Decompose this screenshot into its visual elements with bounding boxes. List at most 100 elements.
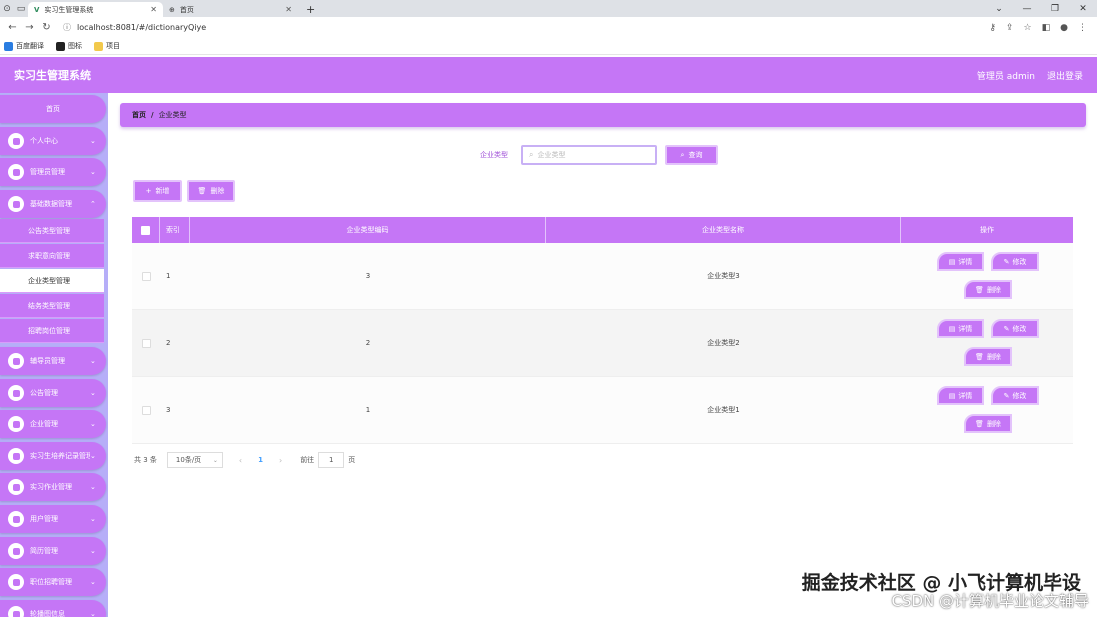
sidebar-item-notice[interactable]: 公告管理 ⌄ (0, 379, 106, 407)
sidebar-item-training-record[interactable]: 实习生培养记录管理 ⌄ (0, 442, 106, 470)
select-all-checkbox[interactable] (141, 225, 150, 235)
sidebar-item-basedata[interactable]: 基础数据管理 ⌃ (0, 190, 106, 218)
cell-name: 企业类型1 (707, 406, 740, 414)
current-user: 管理员 admin (976, 71, 1035, 82)
cell-index: 3 (166, 406, 171, 414)
page-number-current[interactable]: 1 (258, 456, 263, 464)
forward-icon[interactable]: → (21, 22, 38, 33)
cell-code: 2 (365, 339, 371, 347)
bookmark-icons[interactable]: 图标 (56, 41, 82, 51)
vue-logo-icon: V (34, 5, 40, 14)
breadcrumb-current: 企业类型 (158, 111, 187, 119)
cell-ops: ▤ 详情 ✎ 修改 🗑 删除 (901, 243, 1073, 309)
tab-close-icon[interactable]: ✕ (150, 5, 157, 14)
delete-button[interactable]: 🗑 删除 (964, 280, 1012, 299)
bookmark-project[interactable]: 项目 (94, 41, 120, 51)
briefcase-icon (8, 574, 24, 590)
star-icon[interactable]: ☆ (1024, 23, 1032, 33)
submenu-service-type[interactable]: 结务类型管理 (0, 294, 104, 318)
tab-search-icon[interactable]: ⊙ (0, 0, 14, 17)
search-label: 企业类型 (480, 151, 508, 159)
trash-icon: 🗑 (975, 285, 984, 294)
add-button[interactable]: + 新增 (133, 180, 182, 202)
search-button[interactable]: ⌕ 查询 (665, 145, 718, 165)
sidebar-item-carousel[interactable]: 轮播图信息 ⌄ (0, 600, 106, 617)
browser-tabbar: ⊙ ▭ V 实习生管理系统 ✕ ⊕ 首页 ✕ + ⌄ — ❐ ✕ (0, 0, 1097, 17)
row-checkbox[interactable] (141, 405, 151, 415)
chevron-down-icon: ⌄ (90, 420, 96, 428)
next-page-button[interactable]: › (279, 456, 282, 465)
menu-dots-icon[interactable]: ⋮ (1078, 23, 1087, 33)
chevron-down-icon: ⌄ (212, 456, 218, 464)
share-icon[interactable]: ⇪ (1006, 23, 1014, 33)
sidebar-item-users[interactable]: 用户管理 ⌄ (0, 505, 106, 533)
submenu-notice-type[interactable]: 公告类型管理 (0, 219, 104, 243)
pencil-icon: ✎ (1003, 324, 1010, 333)
chevron-down-icon: ⌄ (90, 137, 96, 145)
sidebar-item-company[interactable]: 企业管理 ⌄ (0, 410, 106, 438)
row-checkbox[interactable] (141, 271, 151, 281)
goto-page-input[interactable]: 1 (318, 452, 345, 468)
reload-icon[interactable]: ↻ (38, 22, 55, 33)
back-icon[interactable]: ← (4, 22, 21, 33)
submenu-recruit-post[interactable]: 招聘岗位管理 (0, 319, 104, 343)
sidebar-item-personal[interactable]: 个人中心 ⌄ (0, 127, 106, 155)
delete-button[interactable]: 🗑 删除 (964, 347, 1012, 366)
tab-group-icon[interactable]: ▭ (14, 0, 28, 17)
batch-delete-button[interactable]: 🗑 删除 (187, 180, 235, 202)
browser-tab-home[interactable]: ⊕ 首页 ✕ (163, 2, 298, 17)
detail-button[interactable]: ▤ 详情 (937, 319, 984, 338)
logout-link[interactable]: 退出登录 (1047, 69, 1083, 82)
key-icon[interactable]: ⚷ (989, 23, 996, 33)
close-window-icon[interactable]: ✕ (1069, 4, 1097, 14)
submenu-company-type[interactable]: 企业类型管理 (0, 269, 104, 293)
sidebar-item-counselor[interactable]: 辅导员管理 ⌄ (0, 347, 106, 375)
bookmark-baidu-translate[interactable]: 百度翻译 (4, 41, 44, 51)
new-tab-button[interactable]: + (298, 2, 323, 17)
cell-code: 1 (365, 406, 371, 414)
user-icon (8, 133, 24, 149)
profile-icon[interactable]: ● (1060, 23, 1068, 33)
sidebar-item-homework[interactable]: 实习作业管理 ⌄ (0, 473, 106, 501)
row-checkbox[interactable] (141, 338, 151, 348)
user-icon (8, 543, 24, 559)
info-icon[interactable]: ⓘ (63, 22, 71, 33)
restore-icon[interactable]: ❐ (1041, 4, 1069, 14)
delete-button[interactable]: 🗑 删除 (964, 414, 1012, 433)
prev-page-button[interactable]: ‹ (239, 456, 242, 465)
search-input[interactable] (537, 151, 638, 159)
sidebar-item-recruitment[interactable]: 职位招聘管理 ⌄ (0, 568, 106, 596)
search-box: ⌕ (521, 145, 657, 165)
tab-list-icon[interactable]: ⌄ (985, 4, 1013, 14)
grid-icon (8, 448, 24, 464)
tab-close-icon[interactable]: ✕ (285, 5, 292, 14)
grid-icon (8, 416, 24, 432)
edit-button[interactable]: ✎ 修改 (991, 319, 1039, 338)
breadcrumb-home[interactable]: 首页 (132, 110, 146, 120)
detail-button[interactable]: ▤ 详情 (937, 386, 984, 405)
sidebar-item-admins[interactable]: 管理员管理 ⌄ (0, 158, 106, 186)
browser-tab-active[interactable]: V 实习生管理系统 ✕ (28, 2, 163, 17)
bookmarks-bar: 百度翻译 图标 项目 (0, 38, 1097, 55)
minimize-icon[interactable]: — (1013, 4, 1041, 14)
sidebar: 首页 个人中心 ⌄ 管理员管理 ⌄ 基础数据管理 ⌃ 公告类型管理 求职意向管理… (0, 93, 108, 617)
sidepanel-icon[interactable]: ◧ (1042, 23, 1051, 33)
sidebar-item-home[interactable]: 首页 (0, 95, 106, 123)
image-icon (56, 41, 65, 51)
chevron-down-icon: ⌄ (90, 547, 96, 555)
edit-button[interactable]: ✎ 修改 (991, 386, 1039, 405)
edit-button[interactable]: ✎ 修改 (991, 252, 1039, 271)
table-row: 2 2 企业类型2 ▤ 详情 ✎ 修改 🗑 删除 (132, 310, 1073, 377)
header-index: 索引 (160, 217, 190, 243)
sidebar-item-resume[interactable]: 简历管理 ⌄ (0, 537, 106, 565)
url-text: localhost:8081/#/dictionaryQiye (77, 23, 207, 32)
url-field[interactable]: ⓘ localhost:8081/#/dictionaryQiye (63, 22, 989, 33)
grid-icon (8, 164, 24, 180)
trash-icon: 🗑 (975, 419, 984, 428)
search-icon: ⌕ (680, 150, 685, 159)
detail-button[interactable]: ▤ 详情 (937, 252, 984, 271)
submenu-job-intention[interactable]: 求职意向管理 (0, 244, 104, 268)
page-size-select[interactable]: 10条/页 ⌄ (166, 452, 223, 468)
folder-icon (94, 41, 103, 51)
table-row: 1 3 企业类型3 ▤ 详情 ✎ 修改 🗑 删除 (132, 243, 1073, 310)
